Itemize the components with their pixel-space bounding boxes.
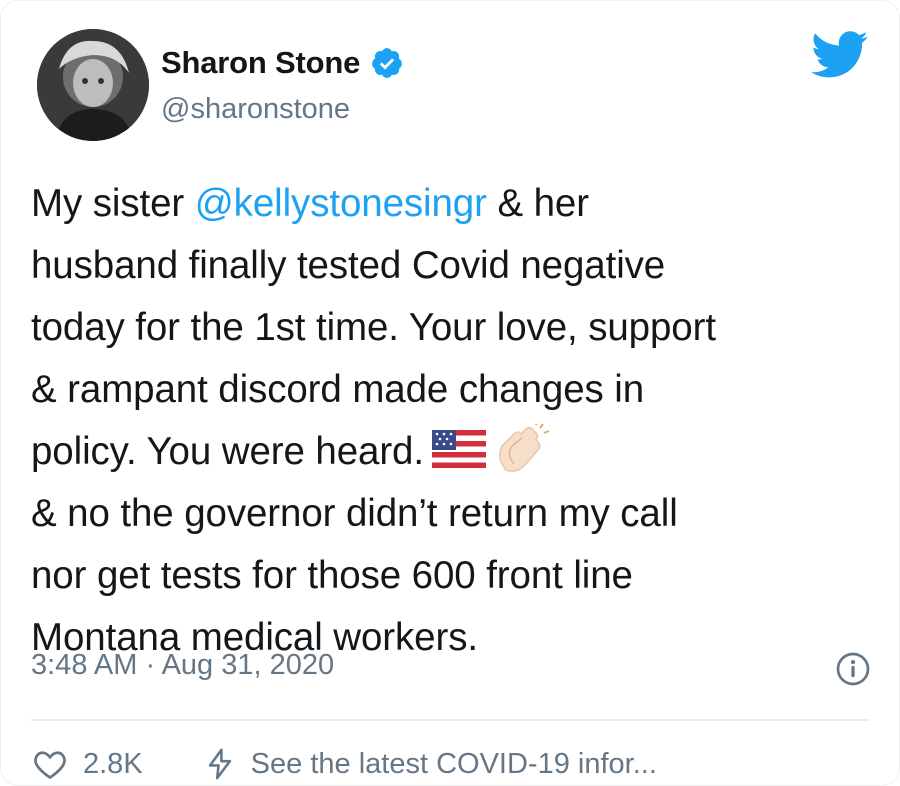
tweet-text-before-mention: My sister bbox=[31, 182, 195, 225]
divider bbox=[31, 719, 869, 721]
lightning-icon bbox=[208, 748, 231, 780]
tweet-card: Sharon Stone @sharonstone My sister @kel… bbox=[0, 0, 900, 786]
twitter-bird-icon[interactable] bbox=[811, 31, 869, 79]
like-button[interactable]: 2.8K bbox=[31, 746, 143, 782]
tweet-text-body: & her husband finally tested Covid negat… bbox=[31, 182, 716, 473]
emoji-group bbox=[431, 424, 550, 474]
avatar[interactable] bbox=[37, 29, 149, 141]
us-flag-emoji bbox=[431, 430, 486, 468]
clapping-hands-emoji bbox=[498, 424, 550, 472]
covid-info-link[interactable]: See the latest COVID-19 infor... bbox=[203, 745, 657, 783]
tweet-text-continuation: & no the governor didn’t return my call … bbox=[31, 492, 678, 659]
author-handle[interactable]: @sharonstone bbox=[161, 93, 350, 126]
author-name-row[interactable]: Sharon Stone bbox=[161, 45, 404, 81]
info-icon[interactable] bbox=[835, 651, 871, 687]
author-display-name[interactable]: Sharon Stone bbox=[161, 45, 360, 81]
verified-badge-icon bbox=[372, 48, 402, 78]
covid-info-text: See the latest COVID-19 infor... bbox=[250, 747, 657, 780]
heart-icon bbox=[34, 751, 66, 780]
mention-link[interactable]: @kellystonesingr bbox=[195, 182, 487, 225]
tweet-actions: 2.8K See the latest COVID-19 infor... bbox=[31, 745, 657, 783]
tweet-timestamp[interactable]: 3:48 AM · Aug 31, 2020 bbox=[31, 649, 334, 682]
like-count: 2.8K bbox=[83, 747, 143, 780]
tweet-text: My sister @kellystonesingr & her husband… bbox=[31, 173, 881, 669]
